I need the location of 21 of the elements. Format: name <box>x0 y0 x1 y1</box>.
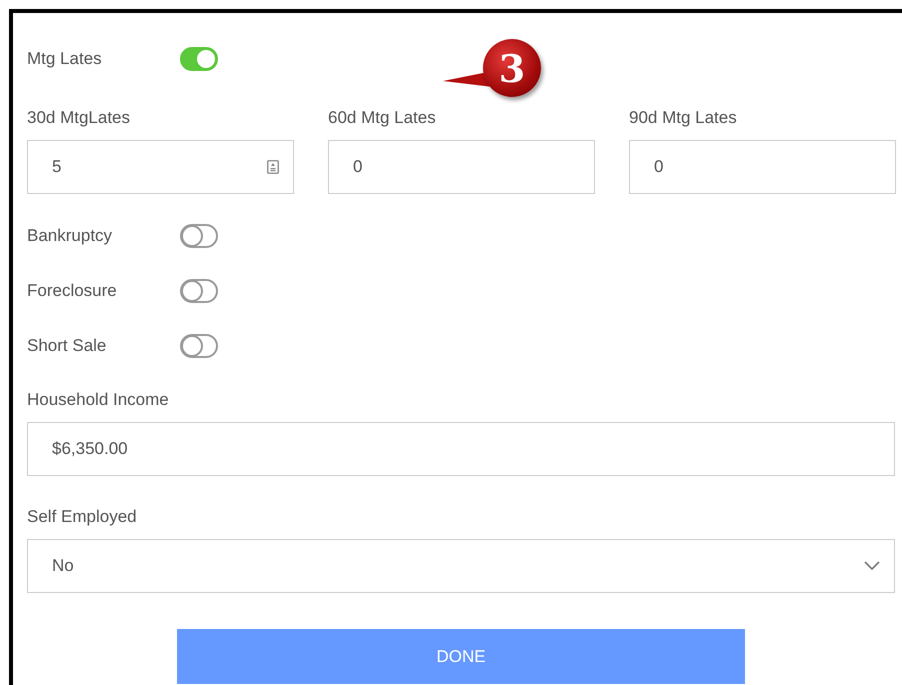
field-label: 90d Mtg Lates <box>629 108 738 128</box>
callout-badge: 3 <box>433 39 553 99</box>
field-label: 60d Mtg Lates <box>328 108 437 128</box>
dropdown[interactable]: No <box>27 539 895 593</box>
toggle-label: Foreclosure <box>27 281 118 301</box>
toggle-switch[interactable] <box>180 279 218 303</box>
toggle-switch[interactable] <box>180 47 218 71</box>
chevron-down-icon <box>864 561 880 571</box>
toggle-label: Bankruptcy <box>27 226 114 246</box>
toggle-switch[interactable] <box>180 224 218 248</box>
spinner-icon[interactable] <box>267 160 279 174</box>
field-label: Mtg Lates <box>27 49 103 69</box>
input-field[interactable]: 5 <box>27 140 294 194</box>
toggle-switch[interactable] <box>180 334 218 358</box>
field-label: Household Income <box>27 390 170 410</box>
field-label: Self Employed <box>27 507 138 527</box>
input-field[interactable]: 0 <box>629 140 896 194</box>
field-label: 30d MtgLates <box>27 108 132 128</box>
input-field[interactable]: 0 <box>328 140 595 194</box>
input-field[interactable]: $6,350.00 <box>27 422 895 476</box>
toggle-label: Short Sale <box>27 336 108 356</box>
